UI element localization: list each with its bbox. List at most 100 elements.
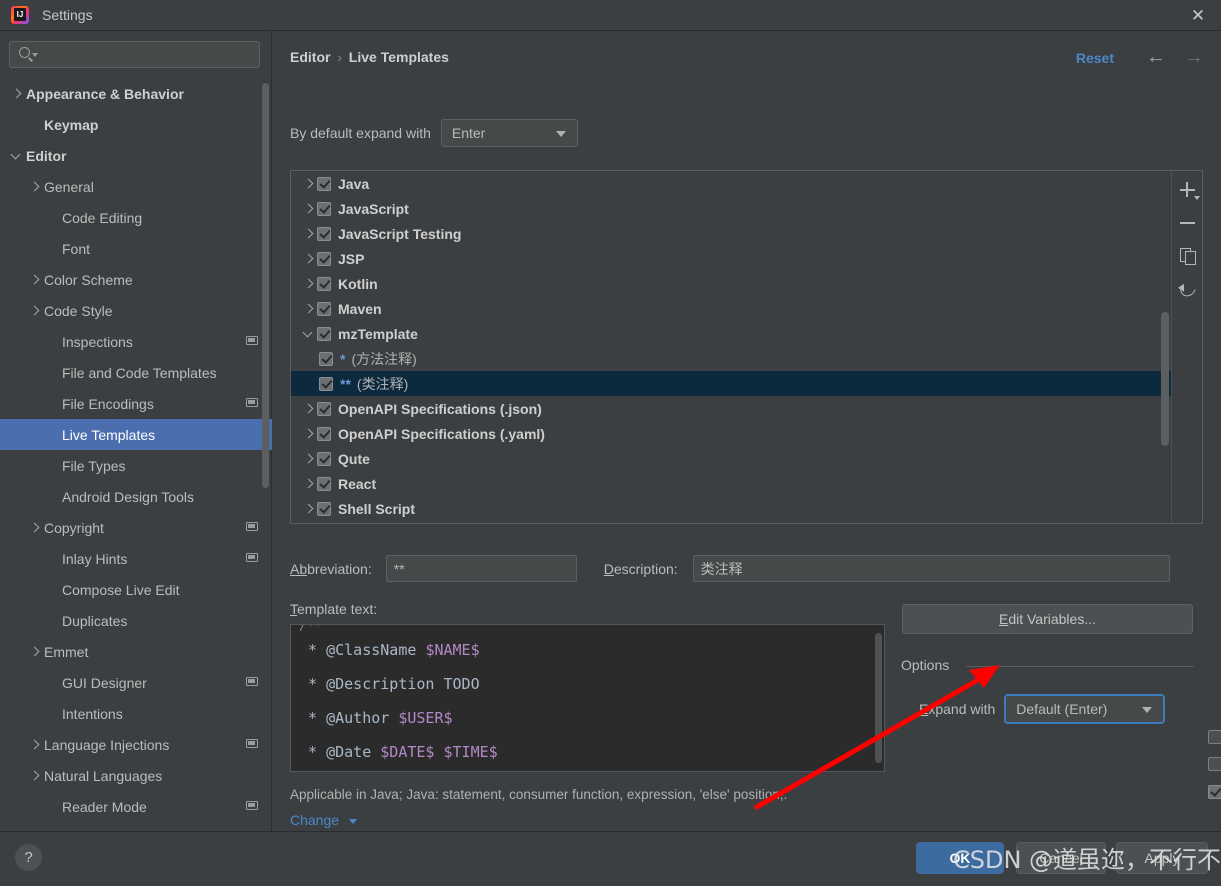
sidebar-item-gui-designer[interactable]: GUI Designer [0,667,272,698]
reset-link[interactable]: Reset [1076,50,1114,66]
templates-scrollbar[interactable] [1161,312,1169,446]
sidebar-item-emmet[interactable]: Emmet [0,636,272,667]
chevron-right-icon[interactable] [301,226,317,242]
chevron-right-icon[interactable] [301,401,317,417]
template-checkbox[interactable] [317,426,331,441]
template-row[interactable]: * (方法注释) [291,346,1171,371]
cancel-button[interactable]: Cancel [1016,842,1106,874]
chevron-right-icon[interactable] [10,87,24,101]
chevron-right-icon[interactable] [28,180,42,194]
template-checkbox[interactable] [317,176,331,191]
chevron-right-icon[interactable] [28,273,42,287]
copy-template-button[interactable] [1172,241,1203,270]
template-row[interactable]: OpenAPI Specifications (.json) [291,396,1171,421]
breadcrumb-parent[interactable]: Editor [290,49,330,65]
sidebar-item-inspections[interactable]: Inspections [0,326,272,357]
chevron-right-icon[interactable] [301,276,317,292]
template-row[interactable]: React [291,471,1171,496]
sidebar-item-copyright[interactable]: Copyright [0,512,272,543]
chevron-right-icon[interactable] [28,645,42,659]
template-checkbox[interactable] [317,226,331,241]
template-row[interactable]: JavaScript [291,196,1171,221]
sidebar-item-appearance-behavior[interactable]: Appearance & Behavior [0,78,272,109]
chevron-right-icon[interactable] [301,451,317,467]
static-import-checkbox[interactable]: Use static import if possible [1208,757,1221,771]
add-template-button[interactable] [1172,175,1203,204]
chevron-right-icon[interactable] [301,201,317,217]
chevron-right-icon[interactable] [28,521,42,535]
template-row[interactable]: mzTemplate [291,321,1171,346]
sidebar-item-compose-live-edit[interactable]: Compose Live Edit [0,574,272,605]
search-box[interactable] [9,41,260,68]
template-checkbox[interactable] [317,501,331,516]
sidebar-item-font[interactable]: Font [0,233,272,264]
template-checkbox[interactable] [317,201,331,216]
sidebar-scrollbar[interactable] [262,83,269,488]
sidebar-item-language-injections[interactable]: Language Injections [0,729,272,760]
template-checkbox[interactable] [319,376,333,391]
remove-template-button[interactable] [1172,208,1203,237]
abbreviation-input[interactable] [385,555,577,582]
template-checkbox[interactable] [317,401,331,416]
template-row[interactable]: Qute [291,446,1171,471]
chevron-right-icon[interactable] [28,304,42,318]
chevron-right-icon[interactable] [301,176,317,192]
chevron-right-icon[interactable] [28,769,42,783]
description-input[interactable] [692,555,1170,582]
template-row[interactable]: JavaScript Testing [291,221,1171,246]
sidebar-item-file-encodings[interactable]: File Encodings [0,388,272,419]
template-row[interactable]: Shell Script [291,496,1171,521]
template-checkbox[interactable] [317,276,331,291]
chevron-right-icon[interactable] [301,501,317,517]
template-row[interactable]: Kotlin [291,271,1171,296]
search-dropdown-caret-icon[interactable] [32,53,38,57]
sidebar-item-general[interactable]: General [0,171,272,202]
sidebar-item-keymap[interactable]: Keymap [0,109,272,140]
sidebar-item-reader-mode[interactable]: Reader Mode [0,791,272,822]
chevron-right-icon[interactable] [301,301,317,317]
sidebar-item-color-scheme[interactable]: Color Scheme [0,264,272,295]
template-text-editor[interactable]: /** * @ClassName $NAME$ * @Description T… [290,624,885,772]
close-icon[interactable]: ✕ [1175,0,1221,31]
change-link[interactable]: Change [290,812,357,828]
sidebar-item-code-editing[interactable]: Code Editing [0,202,272,233]
ok-button[interactable]: OK [916,842,1004,874]
sidebar-item-file-types[interactable]: File Types [0,450,272,481]
sidebar-item-inlay-hints[interactable]: Inlay Hints [0,543,272,574]
reformat-checkbox[interactable]: Reformat according to style [1208,730,1221,744]
chevron-down-icon[interactable] [301,326,317,342]
apply-button[interactable]: Apply [1116,842,1208,874]
revert-template-button[interactable] [1172,274,1203,303]
shorten-fq-checkbox[interactable]: Shorten FQ names [1208,785,1221,799]
help-button[interactable]: ? [15,844,42,871]
sidebar-item-code-style[interactable]: Code Style [0,295,272,326]
editor-scrollbar[interactable] [875,633,882,763]
sidebar-item-live-templates[interactable]: Live Templates [0,419,272,450]
sidebar-item-editor[interactable]: Editor [0,140,272,171]
default-expand-combobox[interactable]: Enter [440,119,578,147]
template-checkbox[interactable] [317,476,331,491]
sidebar-item-intentions[interactable]: Intentions [0,698,272,729]
template-checkbox[interactable] [317,326,331,341]
search-input[interactable] [40,42,240,67]
chevron-right-icon[interactable] [301,426,317,442]
template-checkbox[interactable] [317,251,331,266]
chevron-down-icon[interactable] [10,149,24,163]
edit-variables-button[interactable]: Edit Variables... [902,604,1193,634]
chevron-right-icon[interactable] [301,251,317,267]
template-row[interactable]: OpenAPI Specifications (.yaml) [291,421,1171,446]
sidebar-item-duplicates[interactable]: Duplicates [0,605,272,636]
sidebar-item-file-and-code-templates[interactable]: File and Code Templates [0,357,272,388]
expand-with-combobox[interactable]: Default (Enter) [1004,694,1166,724]
template-row[interactable]: Maven [291,296,1171,321]
template-row[interactable]: JSP [291,246,1171,271]
back-arrow-icon[interactable]: ← [1146,47,1166,67]
template-checkbox[interactable] [317,301,331,316]
chevron-right-icon[interactable] [301,476,317,492]
template-checkbox[interactable] [319,351,333,366]
chevron-right-icon[interactable] [28,738,42,752]
template-row[interactable]: ** (类注释) [291,371,1171,396]
forward-arrow-icon[interactable]: → [1184,47,1204,67]
template-row[interactable]: Java [291,171,1171,196]
template-checkbox[interactable] [317,451,331,466]
